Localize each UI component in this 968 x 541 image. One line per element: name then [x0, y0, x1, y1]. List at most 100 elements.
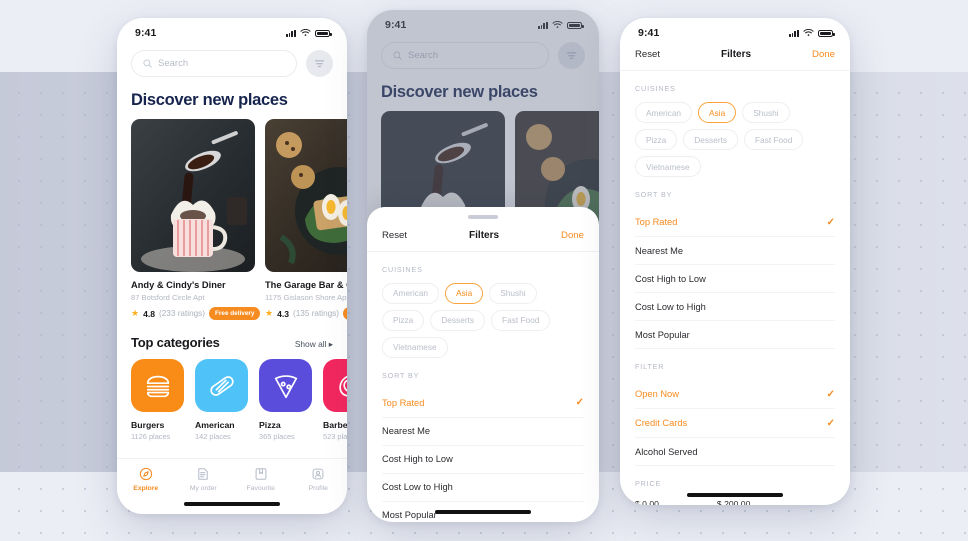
sort-option-top-rated[interactable]: Top Rated ✓	[382, 389, 584, 418]
search-placeholder: Search	[158, 58, 189, 69]
filter-label: FILTER	[635, 362, 665, 371]
category-places: 142 places	[195, 432, 231, 441]
delivery-badge: Free delivery	[343, 307, 347, 320]
cellular-bars-icon	[285, 29, 296, 37]
filter-option-open-now[interactable]: Open Now ✓	[635, 380, 835, 409]
price-value-row: $ 0.00 $ 200.00	[620, 499, 850, 505]
sort-option-cost-low-to-high[interactable]: Cost Low to High	[635, 293, 835, 321]
option-label: Cost High to Low	[382, 454, 453, 464]
cuisine-chip-pizza[interactable]: Pizza	[382, 309, 425, 331]
category-item-burgers[interactable]: Burgers 1126 places	[131, 359, 184, 441]
page-title: Discover new places	[131, 91, 288, 109]
cuisine-chip-asia[interactable]: Asia	[445, 282, 484, 304]
cuisine-chip-american[interactable]: American	[635, 102, 693, 123]
restaurant-meta: ★ 4.8 (233 ratings) Free delivery	[131, 307, 261, 320]
sort-option-cost-high-to-low[interactable]: Cost High to Low	[635, 265, 835, 293]
restaurant-card[interactable]: Andy & Cindy's Diner 87 Botsford Circle …	[131, 119, 261, 320]
filter-option-alcohol-served[interactable]: Alcohol Served	[635, 438, 835, 466]
category-item-american[interactable]: American 142 places	[195, 359, 248, 441]
done-button[interactable]: Done	[812, 49, 835, 60]
pizza-slice-icon	[274, 374, 297, 398]
filter-option-credit-cards[interactable]: Credit Cards ✓	[635, 409, 835, 438]
cuisine-chip-vietnamese[interactable]: Vietnamese	[635, 156, 701, 177]
cuisine-chip-shushi[interactable]: Shushi	[742, 102, 790, 123]
check-icon: ✓	[826, 417, 835, 429]
cuisine-chip-desserts[interactable]: Desserts	[683, 129, 739, 150]
category-places: 1126 places	[131, 432, 171, 441]
category-name: Barbecue	[323, 420, 347, 430]
star-icon: ★	[265, 308, 274, 318]
cuisine-chip-vietnamese[interactable]: Vietnamese	[382, 336, 448, 358]
category-tile	[195, 359, 248, 412]
tab-label: Profile	[308, 485, 328, 492]
restaurant-name: Andy & Cindy's Diner	[131, 280, 226, 290]
category-item-pizza[interactable]: Pizza 365 places	[259, 359, 312, 441]
filter-button[interactable]	[306, 50, 333, 77]
sort-by-label: SORT BY	[382, 370, 420, 380]
phone-screen-filters-sheet: 9:41 Search Discover new places Reset Fi…	[367, 10, 599, 522]
cuisine-chip-fast-food[interactable]: Fast Food	[744, 129, 804, 150]
delivery-badge: Free delivery	[209, 307, 261, 320]
tab-favourite[interactable]: Favourite	[232, 467, 290, 492]
cuisine-chip-american[interactable]: American	[382, 282, 440, 304]
search-input[interactable]: Search	[131, 50, 297, 77]
show-all-link[interactable]: Show all ▸	[295, 339, 333, 349]
wifi-icon	[300, 29, 311, 36]
receipt-icon	[198, 468, 208, 480]
cuisine-chip-list: American Asia Shushi Pizza Desserts Fast…	[367, 282, 599, 358]
cuisine-chip-pizza[interactable]: Pizza	[635, 129, 678, 150]
sort-option-cost-low-to-high[interactable]: Cost Low to High	[382, 474, 584, 502]
done-button[interactable]: Done	[561, 230, 584, 241]
reset-button[interactable]: Reset	[635, 49, 660, 60]
tab-my-order[interactable]: My order	[175, 467, 233, 492]
tab-label: My order	[189, 485, 217, 492]
tab-label: Favourite	[246, 485, 275, 492]
sort-by-label: SORT BY	[635, 190, 673, 199]
cuisine-chip-list: American Asia Shushi Pizza Desserts Fast…	[620, 102, 850, 177]
sort-option-most-popular[interactable]: Most Popular	[635, 321, 835, 349]
reset-button[interactable]: Reset	[382, 230, 407, 241]
restaurant-ratings-count: (135 ratings)	[293, 309, 339, 318]
option-label: Nearest Me	[382, 426, 431, 436]
home-indicator	[687, 493, 783, 497]
cuisine-chip-shushi[interactable]: Shushi	[489, 282, 537, 304]
cuisine-chip-asia[interactable]: Asia	[698, 102, 737, 123]
restaurant-card[interactable]: The Garage Bar & Grill 1175 Gislason Sho…	[265, 119, 347, 320]
filters-bottom-sheet: Reset Filters Done CUISINES American Asi…	[367, 207, 599, 522]
option-label: Credit Cards	[635, 418, 688, 428]
cuisine-chip-fast-food[interactable]: Fast Food	[491, 309, 551, 331]
check-icon: ✓	[575, 397, 584, 408]
category-item-barbecue[interactable]: Barbecue 523 places	[323, 359, 347, 441]
tab-profile[interactable]: Profile	[290, 467, 348, 492]
tab-explore[interactable]: Explore	[117, 467, 175, 492]
option-label: Cost High to Low	[635, 273, 706, 284]
phone-screen-discover: 9:41 Search Discover new places Andy & C…	[117, 18, 347, 514]
restaurant-card-list: Andy & Cindy's Diner 87 Botsford Circle …	[117, 119, 347, 320]
restaurant-address: 1175 Gislason Shore Apt	[265, 293, 347, 302]
category-name: American	[195, 420, 235, 430]
meat-icon	[338, 374, 347, 397]
status-time: 9:41	[135, 27, 157, 39]
category-tile	[323, 359, 347, 412]
sort-option-top-rated[interactable]: Top Rated ✓	[635, 208, 835, 237]
filter-funnel-icon	[314, 60, 325, 68]
restaurant-photo-avocado-toast	[265, 119, 347, 272]
restaurant-rating: 4.8	[143, 308, 156, 319]
sort-option-nearest-me[interactable]: Nearest Me	[382, 418, 584, 446]
category-places: 523 places	[323, 432, 347, 441]
status-bar: 9:41	[620, 18, 850, 41]
status-icons	[285, 29, 332, 37]
search-row: Search	[117, 41, 347, 77]
category-tile	[131, 359, 184, 412]
restaurant-name: The Garage Bar & Grill	[265, 280, 347, 290]
category-name: Pizza	[259, 420, 281, 430]
sort-option-nearest-me[interactable]: Nearest Me	[635, 237, 835, 265]
cuisine-chip-desserts[interactable]: Desserts	[430, 309, 486, 331]
category-list: Burgers 1126 places American 142 places …	[117, 359, 347, 441]
hotdog-icon	[209, 375, 234, 396]
sort-option-cost-high-to-low[interactable]: Cost High to Low	[382, 446, 584, 474]
filter-option-list: Open Now ✓ Credit Cards ✓ Alcohol Served	[620, 380, 850, 466]
compass-icon	[139, 467, 152, 481]
top-categories-header: Top categories Show all ▸	[117, 320, 347, 359]
bookmark-icon	[255, 468, 267, 480]
